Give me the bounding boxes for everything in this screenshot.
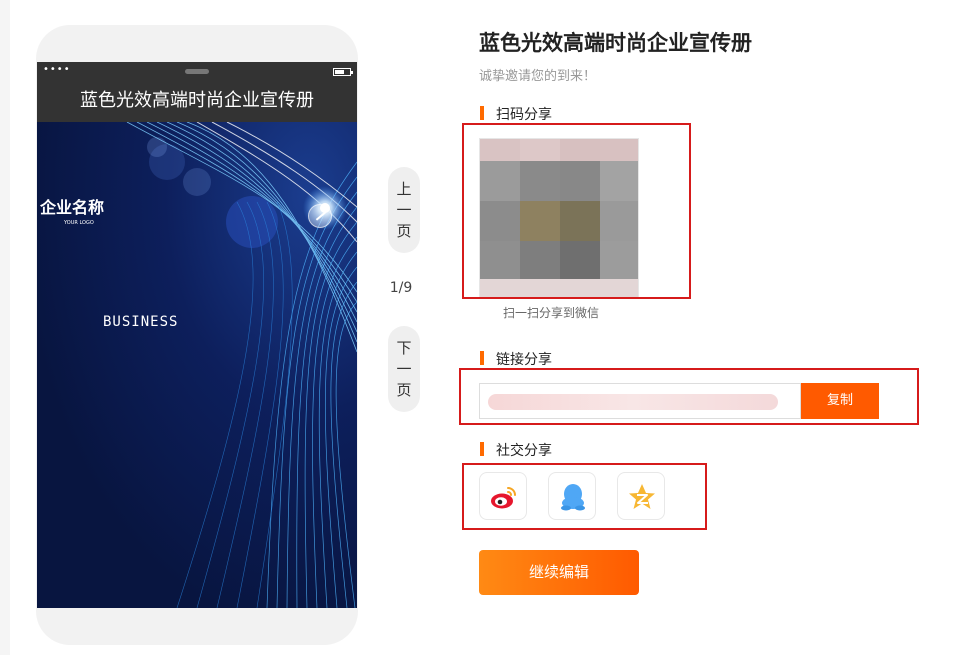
cover-business-text: BUSINESS [103,314,179,330]
phone-status-bar: •••• [37,62,357,82]
link-highlight-box [459,368,919,425]
page-title: 蓝色光效高端时尚企业宣传册 [479,31,752,55]
brochure-cover[interactable]: 企业名称 YOUR LOGO BUSINESS [37,122,357,608]
left-edge-strip [0,0,10,655]
page-subtitle: 诚挚邀请您的到来！ [479,69,597,84]
phone-screen: •••• 蓝色光效高端时尚企业宣传册 企业名称 YOUR LOGO BUSINE… [37,62,357,608]
next-page-button[interactable]: 下 一 页 [388,326,420,412]
prev-page-button[interactable]: 上 一 页 [388,167,420,253]
qr-highlight-box [462,123,691,299]
page-indicator: 1/9 [389,280,413,296]
phone-preview: •••• 蓝色光效高端时尚企业宣传册 企业名称 YOUR LOGO BUSINE… [36,25,358,645]
social-highlight-box [462,463,707,530]
battery-icon [333,68,353,76]
compass-icon[interactable] [308,204,332,228]
phone-header-title: 蓝色光效高端时尚企业宣传册 [37,82,357,122]
signal-icon: •••• [43,64,71,75]
link-share-label: 链接分享 [480,349,552,369]
cover-company-name: 企业名称 [40,198,105,217]
speaker-notch [185,69,209,74]
cover-logo-text: YOUR LOGO [64,220,94,226]
continue-edit-button[interactable]: 继续编辑 [479,550,639,595]
social-share-label: 社交分享 [480,440,552,460]
qr-caption: 扫一扫分享到微信 [503,306,600,320]
qr-share-label: 扫码分享 [480,104,552,124]
